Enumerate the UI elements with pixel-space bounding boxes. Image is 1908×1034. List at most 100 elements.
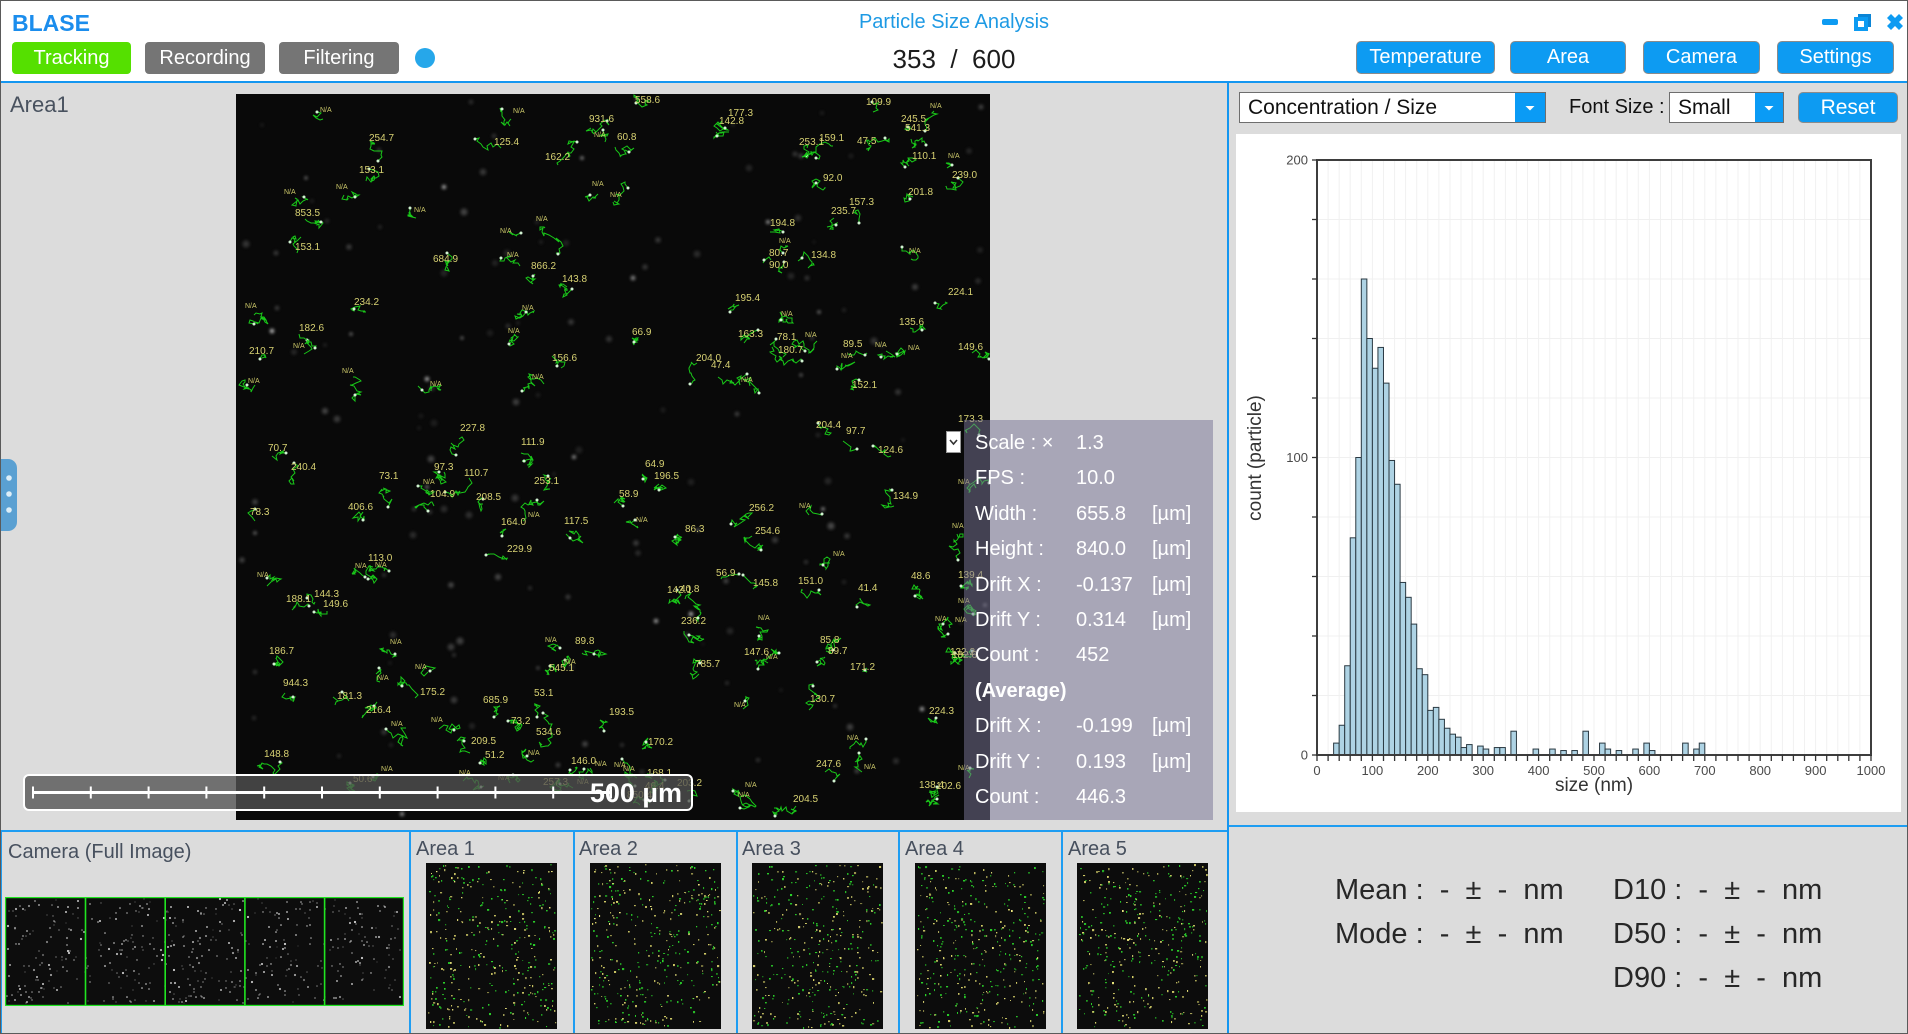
svg-text:78.1: 78.1 <box>777 332 797 343</box>
svg-text:N/A: N/A <box>507 252 519 259</box>
svg-text:73.2: 73.2 <box>511 716 531 727</box>
svg-text:170.2: 170.2 <box>648 737 673 748</box>
svg-text:148.8: 148.8 <box>264 749 289 760</box>
svg-text:N/A: N/A <box>415 664 427 671</box>
svg-text:186.7: 186.7 <box>269 646 294 657</box>
svg-text:149.6: 149.6 <box>958 342 983 353</box>
svg-text:866.2: 866.2 <box>531 261 556 272</box>
svg-text:180.7: 180.7 <box>778 345 803 356</box>
svg-text:143.8: 143.8 <box>562 274 587 285</box>
svg-text:97.7: 97.7 <box>846 426 866 437</box>
svg-text:N/A: N/A <box>522 305 534 312</box>
svg-text:N/A: N/A <box>508 328 520 335</box>
svg-text:N/A: N/A <box>536 216 548 223</box>
svg-text:900: 900 <box>1805 763 1827 778</box>
svg-text:104.9: 104.9 <box>430 489 455 500</box>
svg-text:240.4: 240.4 <box>291 462 316 473</box>
svg-text:216.4: 216.4 <box>366 705 391 716</box>
svg-text:97.3: 97.3 <box>434 462 454 473</box>
svg-text:684.9: 684.9 <box>433 254 458 265</box>
svg-text:N/A: N/A <box>390 639 402 646</box>
svg-text:117.5: 117.5 <box>564 516 589 527</box>
svg-text:N/A: N/A <box>342 368 354 375</box>
svg-text:N/A: N/A <box>610 192 622 199</box>
svg-text:229.9: 229.9 <box>507 544 532 555</box>
svg-text:931.6: 931.6 <box>589 114 614 125</box>
svg-text:N/A: N/A <box>636 517 648 524</box>
svg-text:N/A: N/A <box>430 381 442 388</box>
svg-text:201.8: 201.8 <box>908 187 933 198</box>
svg-text:47.4: 47.4 <box>711 360 731 371</box>
svg-text:N/A: N/A <box>595 761 607 768</box>
svg-text:111.9: 111.9 <box>521 437 545 448</box>
svg-text:147.6: 147.6 <box>744 647 769 658</box>
svg-text:60.8: 60.8 <box>617 132 637 143</box>
svg-text:N/A: N/A <box>532 374 544 381</box>
svg-text:85.8: 85.8 <box>820 635 840 646</box>
svg-text:N/A: N/A <box>875 342 887 349</box>
svg-text:153.1: 153.1 <box>295 242 320 253</box>
svg-text:224.3: 224.3 <box>929 706 954 717</box>
svg-text:400: 400 <box>1528 763 1550 778</box>
svg-text:N/A: N/A <box>952 523 964 530</box>
svg-text:N/A: N/A <box>841 353 853 360</box>
svg-text:N/A: N/A <box>781 311 793 318</box>
svg-text:181.3: 181.3 <box>337 691 362 702</box>
svg-text:800: 800 <box>1749 763 1771 778</box>
svg-text:N/A: N/A <box>833 551 845 558</box>
svg-text:110.1: 110.1 <box>912 151 937 162</box>
svg-text:256.2: 256.2 <box>749 503 774 514</box>
svg-text:N/A: N/A <box>847 735 859 742</box>
svg-text:N/A: N/A <box>355 563 367 570</box>
svg-text:125.4: 125.4 <box>494 137 519 148</box>
svg-text:47.5: 47.5 <box>857 136 877 147</box>
svg-text:N/A: N/A <box>741 377 753 384</box>
svg-text:66.9: 66.9 <box>632 327 652 338</box>
svg-text:N/A: N/A <box>909 248 921 255</box>
svg-text:110.7: 110.7 <box>464 468 489 479</box>
svg-text:253.1: 253.1 <box>799 137 824 148</box>
svg-text:0: 0 <box>1313 763 1320 778</box>
svg-text:N/A: N/A <box>284 189 296 196</box>
svg-text:153.1: 153.1 <box>359 165 384 176</box>
svg-text:N/A: N/A <box>391 721 403 728</box>
svg-text:48.6: 48.6 <box>911 571 931 582</box>
svg-text:89.7: 89.7 <box>828 646 848 657</box>
svg-text:124.6: 124.6 <box>878 445 903 456</box>
svg-text:N/A: N/A <box>377 675 389 682</box>
svg-text:N/A: N/A <box>248 378 260 385</box>
svg-text:853.5: 853.5 <box>295 208 320 219</box>
svg-text:N/A: N/A <box>594 132 606 139</box>
svg-text:N/A: N/A <box>245 303 257 310</box>
svg-text:1000: 1000 <box>1857 763 1886 778</box>
svg-text:N/A: N/A <box>336 184 348 191</box>
svg-text:N/A: N/A <box>528 512 540 519</box>
svg-text:N/A: N/A <box>592 181 604 188</box>
svg-text:247.6: 247.6 <box>816 759 841 770</box>
svg-text:152.1: 152.1 <box>852 380 877 391</box>
svg-text:0: 0 <box>1301 748 1308 763</box>
svg-text:N/A: N/A <box>513 108 525 115</box>
svg-text:N/A: N/A <box>614 762 626 769</box>
svg-text:89.5: 89.5 <box>843 339 863 350</box>
svg-text:134.9: 134.9 <box>893 491 918 502</box>
svg-text:177.3: 177.3 <box>728 108 753 119</box>
svg-text:685.9: 685.9 <box>483 695 508 706</box>
svg-text:239.0: 239.0 <box>952 170 977 181</box>
svg-text:224.1: 224.1 <box>948 287 973 298</box>
svg-text:164.0: 164.0 <box>501 517 526 528</box>
svg-text:600: 600 <box>1639 763 1661 778</box>
svg-text:171.2: 171.2 <box>850 662 875 673</box>
svg-text:N/A: N/A <box>431 717 443 724</box>
svg-text:135.6: 135.6 <box>899 317 924 328</box>
svg-text:N/A: N/A <box>935 616 947 623</box>
svg-text:N/A: N/A <box>375 562 387 569</box>
svg-text:134.8: 134.8 <box>811 250 836 261</box>
svg-text:N/A: N/A <box>545 637 557 644</box>
svg-text:N/A: N/A <box>257 572 269 579</box>
svg-text:N/A: N/A <box>381 766 393 773</box>
svg-text:149.6: 149.6 <box>323 599 348 610</box>
svg-text:188.1: 188.1 <box>286 594 311 605</box>
svg-text:130.7: 130.7 <box>810 694 835 705</box>
svg-text:78.3: 78.3 <box>250 507 270 518</box>
